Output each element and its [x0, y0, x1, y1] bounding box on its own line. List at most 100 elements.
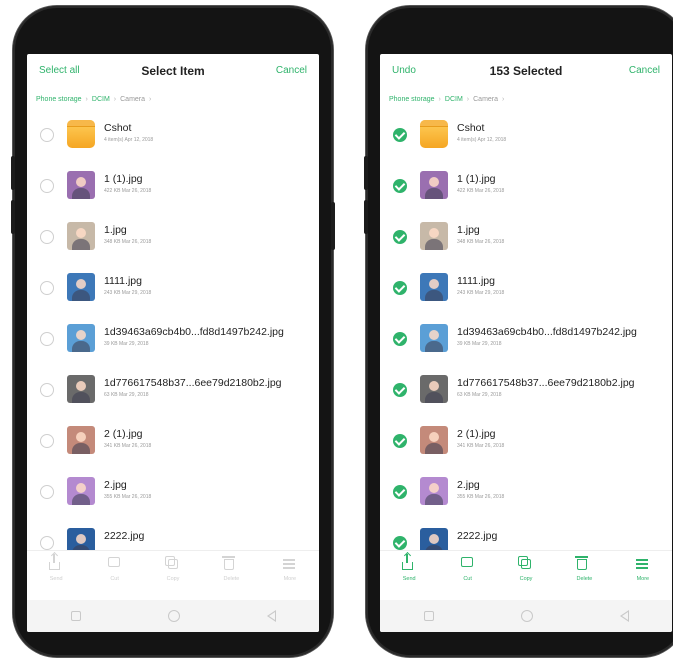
- recents-icon[interactable]: [70, 611, 81, 621]
- file-name: 2.jpg: [104, 479, 127, 491]
- checkbox[interactable]: [40, 179, 54, 193]
- breadcrumb-item-camera[interactable]: Camera: [473, 96, 498, 103]
- checkbox[interactable]: [40, 485, 54, 499]
- checkbox-checked-icon[interactable]: [393, 179, 407, 193]
- checkbox[interactable]: [40, 434, 54, 448]
- list-item[interactable]: Cshot 4 item(s) Apr 12, 2018: [27, 112, 319, 163]
- copy-button[interactable]: Copy: [497, 551, 555, 594]
- file-name: 1d776617548b37...6ee79d2180b2.jpg: [457, 377, 635, 389]
- action-label: Cut: [110, 576, 119, 582]
- checkbox[interactable]: [40, 332, 54, 346]
- more-icon-shape: [635, 559, 648, 561]
- file-list: Cshot 4 item(s) Apr 12, 2018 1 (1).jpg 422 …: [380, 112, 672, 571]
- list-item[interactable]: 1 (1).jpg 422 KB Mar 26, 2018: [27, 163, 319, 214]
- checkbox-checked-icon[interactable]: [393, 230, 407, 244]
- delete-button[interactable]: Delete: [555, 551, 613, 594]
- file-meta: 4 item(s) Apr 12, 2018: [457, 137, 507, 143]
- checkbox-checked-icon[interactable]: [393, 434, 407, 448]
- send-button[interactable]: Send: [27, 551, 85, 594]
- file-name: 2222.jpg: [457, 530, 498, 542]
- file-meta: 39 KB Mar 29, 2018: [104, 341, 149, 347]
- select-all-button[interactable]: Select all: [39, 65, 80, 76]
- file-meta: 243 KB Mar 29, 2018: [104, 290, 152, 296]
- checkbox-checked-icon[interactable]: [393, 383, 407, 397]
- list-item[interactable]: 1.jpg 348 KB Mar 26, 2018: [27, 214, 319, 265]
- checkbox-checked-icon[interactable]: [393, 485, 407, 499]
- list-item[interactable]: 2 (1).jpg 341 KB Mar 26, 2018: [27, 418, 319, 469]
- cancel-button[interactable]: Cancel: [276, 65, 307, 76]
- home-icon[interactable]: [167, 610, 180, 622]
- file-name: 2 (1).jpg: [457, 428, 496, 440]
- copy-icon: [518, 556, 533, 571]
- folder-icon: [420, 120, 448, 148]
- list-item[interactable]: 1d39463a69cb4b0...fd8d1497b242.jpg 39 KB …: [380, 316, 672, 367]
- list-item[interactable]: 2.jpg 355 KB Mar 26, 2018: [27, 469, 319, 520]
- cancel-button[interactable]: Cancel: [629, 65, 660, 76]
- file-name: 2 (1).jpg: [104, 428, 143, 440]
- file-name: 2.jpg: [457, 479, 480, 491]
- photo-thumbnail: [67, 171, 95, 199]
- send-icon: [49, 554, 63, 571]
- action-label: Copy: [519, 576, 533, 582]
- photo-thumbnail: [420, 426, 448, 454]
- checkbox[interactable]: [40, 281, 54, 295]
- chevron-right-icon: ›: [466, 96, 470, 103]
- list-item[interactable]: 1111.jpg 243 KB Mar 29, 2018: [27, 265, 319, 316]
- cut-button[interactable]: Cut: [438, 551, 496, 594]
- file-name: 2222.jpg: [104, 530, 145, 542]
- file-meta: 348 KB Mar 26, 2018: [457, 239, 505, 245]
- checkbox[interactable]: [40, 128, 54, 142]
- more-button[interactable]: More: [261, 551, 319, 594]
- checkbox-checked-icon[interactable]: [393, 536, 407, 550]
- list-item[interactable]: 1d39463a69cb4b0...fd8d1497b242.jpg 39 KB …: [27, 316, 319, 367]
- list-item[interactable]: 1.jpg 348 KB Mar 26, 2018: [380, 214, 672, 265]
- navigation-bar: [380, 600, 672, 632]
- action-label: More: [636, 576, 650, 582]
- list-item[interactable]: 2 (1).jpg 341 KB Mar 26, 2018: [380, 418, 672, 469]
- back-icon[interactable]: [619, 610, 629, 622]
- copy-button[interactable]: Copy: [144, 551, 202, 594]
- file-list: Cshot 4 item(s) Apr 12, 2018 1 (1).jpg 422 …: [27, 112, 319, 571]
- action-label: Send: [402, 576, 416, 582]
- list-item[interactable]: Cshot 4 item(s) Apr 12, 2018: [380, 112, 672, 163]
- phone-right: Undo 153 Selected Cancel Phone storage › D…: [364, 6, 673, 657]
- photo-thumbnail: [67, 273, 95, 301]
- send-icon-shape: [402, 554, 414, 570]
- photo-thumbnail: [67, 426, 95, 454]
- checkbox[interactable]: [40, 383, 54, 397]
- checkbox-checked-icon[interactable]: [393, 281, 407, 295]
- checkbox-checked-icon[interactable]: [393, 128, 407, 142]
- file-name: 1d39463a69cb4b0...fd8d1497b242.jpg: [457, 326, 637, 338]
- delete-button[interactable]: Delete: [202, 551, 260, 594]
- volume-up-button: [11, 156, 15, 190]
- more-button[interactable]: More: [614, 551, 672, 594]
- checkbox[interactable]: [40, 230, 54, 244]
- breadcrumb-item-phone-storage[interactable]: Phone storage: [36, 96, 82, 103]
- more-icon-shape: [282, 559, 295, 561]
- breadcrumb: Phone storage › DCIM › Camera ›: [27, 90, 319, 112]
- file-meta: 341 KB Mar 26, 2018: [457, 443, 505, 449]
- volume-down-button: [364, 200, 368, 234]
- send-icon-shape: [49, 554, 61, 570]
- list-item[interactable]: 2.jpg 355 KB Mar 26, 2018: [380, 469, 672, 520]
- breadcrumb-item-camera[interactable]: Camera: [120, 96, 145, 103]
- top-bar: Select all Select Item Cancel: [27, 54, 319, 90]
- home-icon[interactable]: [520, 610, 533, 622]
- breadcrumb-item-dcim[interactable]: DCIM: [445, 96, 463, 103]
- list-item[interactable]: 1111.jpg 243 KB Mar 29, 2018: [380, 265, 672, 316]
- list-item[interactable]: 1d776617548b37...6ee79d2180b2.jpg 63 KB M…: [380, 367, 672, 418]
- cut-button[interactable]: Cut: [85, 551, 143, 594]
- send-icon: [402, 554, 416, 571]
- list-item[interactable]: 1d776617548b37...6ee79d2180b2.jpg 63 KB M…: [27, 367, 319, 418]
- breadcrumb: Phone storage › DCIM › Camera ›: [380, 90, 672, 112]
- breadcrumb-item-dcim[interactable]: DCIM: [92, 96, 110, 103]
- undo-button[interactable]: Undo: [392, 65, 416, 76]
- list-item[interactable]: 1 (1).jpg 422 KB Mar 26, 2018: [380, 163, 672, 214]
- file-name: Cshot: [104, 122, 132, 134]
- back-icon[interactable]: [266, 610, 276, 622]
- checkbox-checked-icon[interactable]: [393, 332, 407, 346]
- breadcrumb-item-phone-storage[interactable]: Phone storage: [389, 96, 435, 103]
- recents-icon[interactable]: [423, 611, 434, 621]
- send-button[interactable]: Send: [380, 551, 438, 594]
- checkbox[interactable]: [40, 536, 54, 550]
